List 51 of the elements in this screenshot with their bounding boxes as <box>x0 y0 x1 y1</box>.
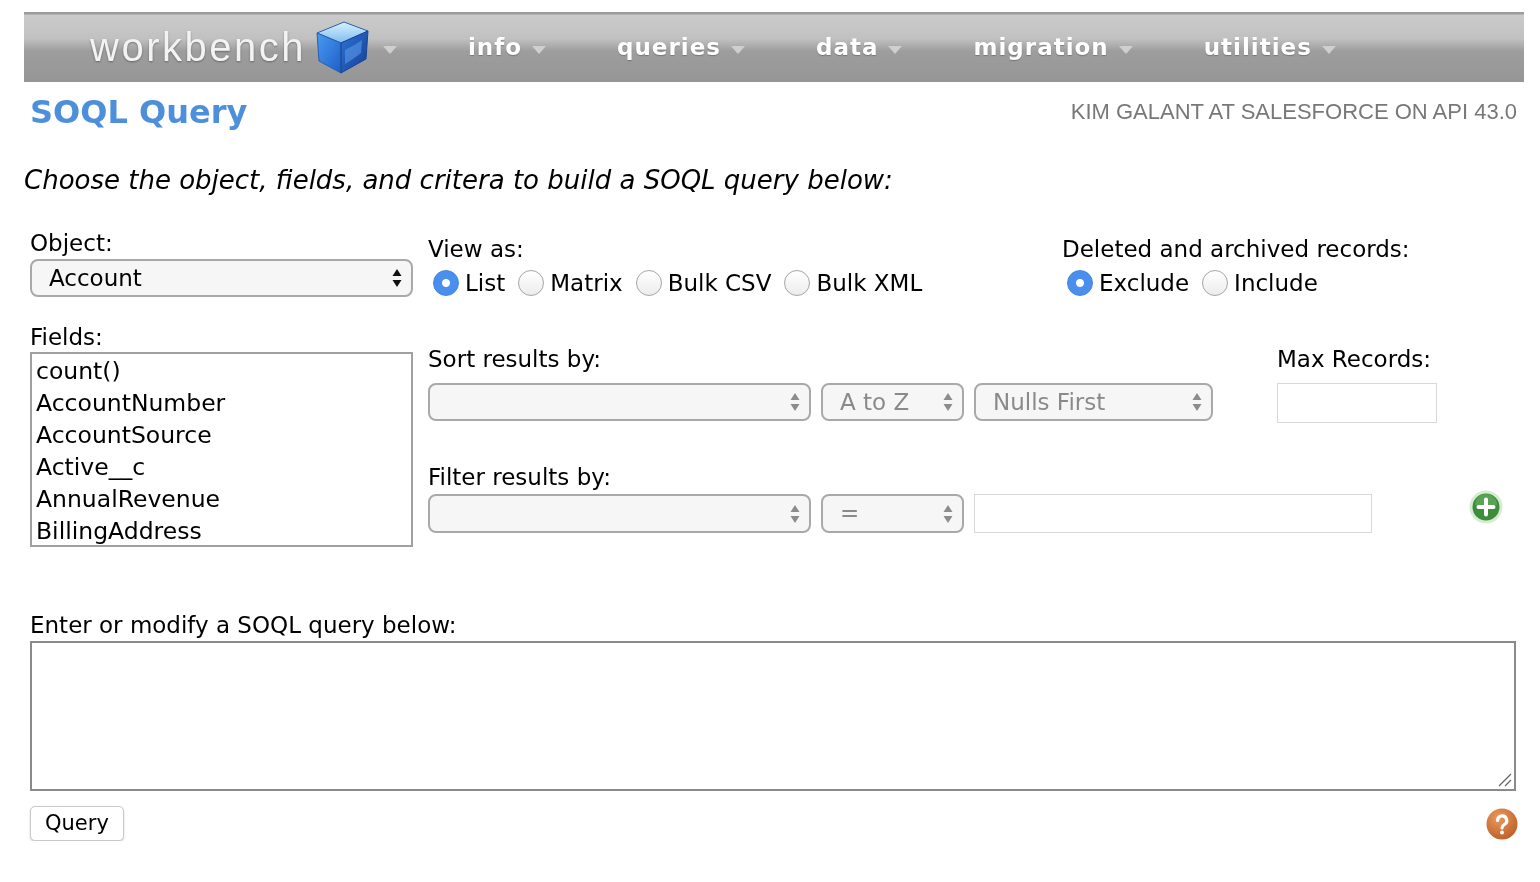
radio-button[interactable] <box>1067 270 1093 296</box>
caret-icon <box>382 46 397 54</box>
field-label: Max Records: <box>1277 345 1433 373</box>
page-title: SOQL Query <box>30 92 248 132</box>
list-option[interactable]: BillingAddress <box>36 515 407 545</box>
field-label: Deleted and archived records: <box>1062 235 1410 263</box>
radio-label: Bulk CSV <box>667 268 772 298</box>
radio-label: Include <box>1234 268 1318 298</box>
max-records-input[interactable] <box>1277 383 1437 423</box>
up-down-arrows-icon <box>943 503 953 524</box>
field-label: Enter or modify a SOQL query below: <box>30 611 458 639</box>
radio-label: Exclude <box>1099 268 1190 298</box>
list-option[interactable]: AccountNumber <box>36 387 407 419</box>
instructions-text: Choose the object, fields, and critera to build a SOQL query below: <box>24 164 894 197</box>
caret-icon <box>730 46 745 54</box>
query-textarea[interactable] <box>30 641 1516 791</box>
up-down-arrows-icon <box>1192 392 1202 412</box>
fields-listbox[interactable]: count() AccountNumber AccountSource Active__c AnnualRevenue BillingAddress <box>30 352 413 547</box>
field-label: Object: <box>30 229 114 257</box>
field-label: Filter results by: <box>428 463 612 491</box>
list-option[interactable]: AnnualRevenue <box>36 483 407 515</box>
radio-button[interactable] <box>635 270 662 296</box>
radio-button[interactable] <box>433 270 459 296</box>
caret-icon <box>1321 46 1336 54</box>
filter-value-input[interactable] <box>974 494 1372 533</box>
up-down-arrows-icon <box>790 392 800 412</box>
list-option[interactable]: count() <box>36 355 407 387</box>
cube-icon <box>313 20 370 74</box>
query-button[interactable]: Query <box>30 806 124 841</box>
list-option[interactable]: AccountSource <box>36 419 407 451</box>
radio-label: List <box>465 268 506 298</box>
radio-button[interactable] <box>784 270 811 296</box>
resize-grip-icon[interactable] <box>1498 773 1512 787</box>
connection-info: KIM GALANT AT SALESFORCE ON API 43.0 <box>1070 98 1517 126</box>
field-label: Sort results by: <box>428 345 603 373</box>
field-label: Fields: <box>30 323 104 351</box>
caret-icon <box>532 46 546 54</box>
radio-button[interactable] <box>1202 270 1229 296</box>
radio-label: Matrix <box>550 268 623 298</box>
caret-icon <box>888 46 903 54</box>
up-down-arrows-icon <box>790 503 800 524</box>
caret-icon <box>1118 46 1133 54</box>
object-select[interactable]: Account <box>30 259 413 297</box>
up-down-arrows-icon <box>392 268 402 288</box>
radio-label: Bulk XML <box>816 268 923 298</box>
add-icon[interactable] <box>1469 490 1503 524</box>
field-label: View as: <box>428 235 525 263</box>
list-option[interactable]: Active__c <box>36 451 407 483</box>
up-down-arrows-icon <box>943 392 953 412</box>
help-icon[interactable] <box>1486 807 1518 840</box>
radio-button[interactable] <box>518 270 545 296</box>
